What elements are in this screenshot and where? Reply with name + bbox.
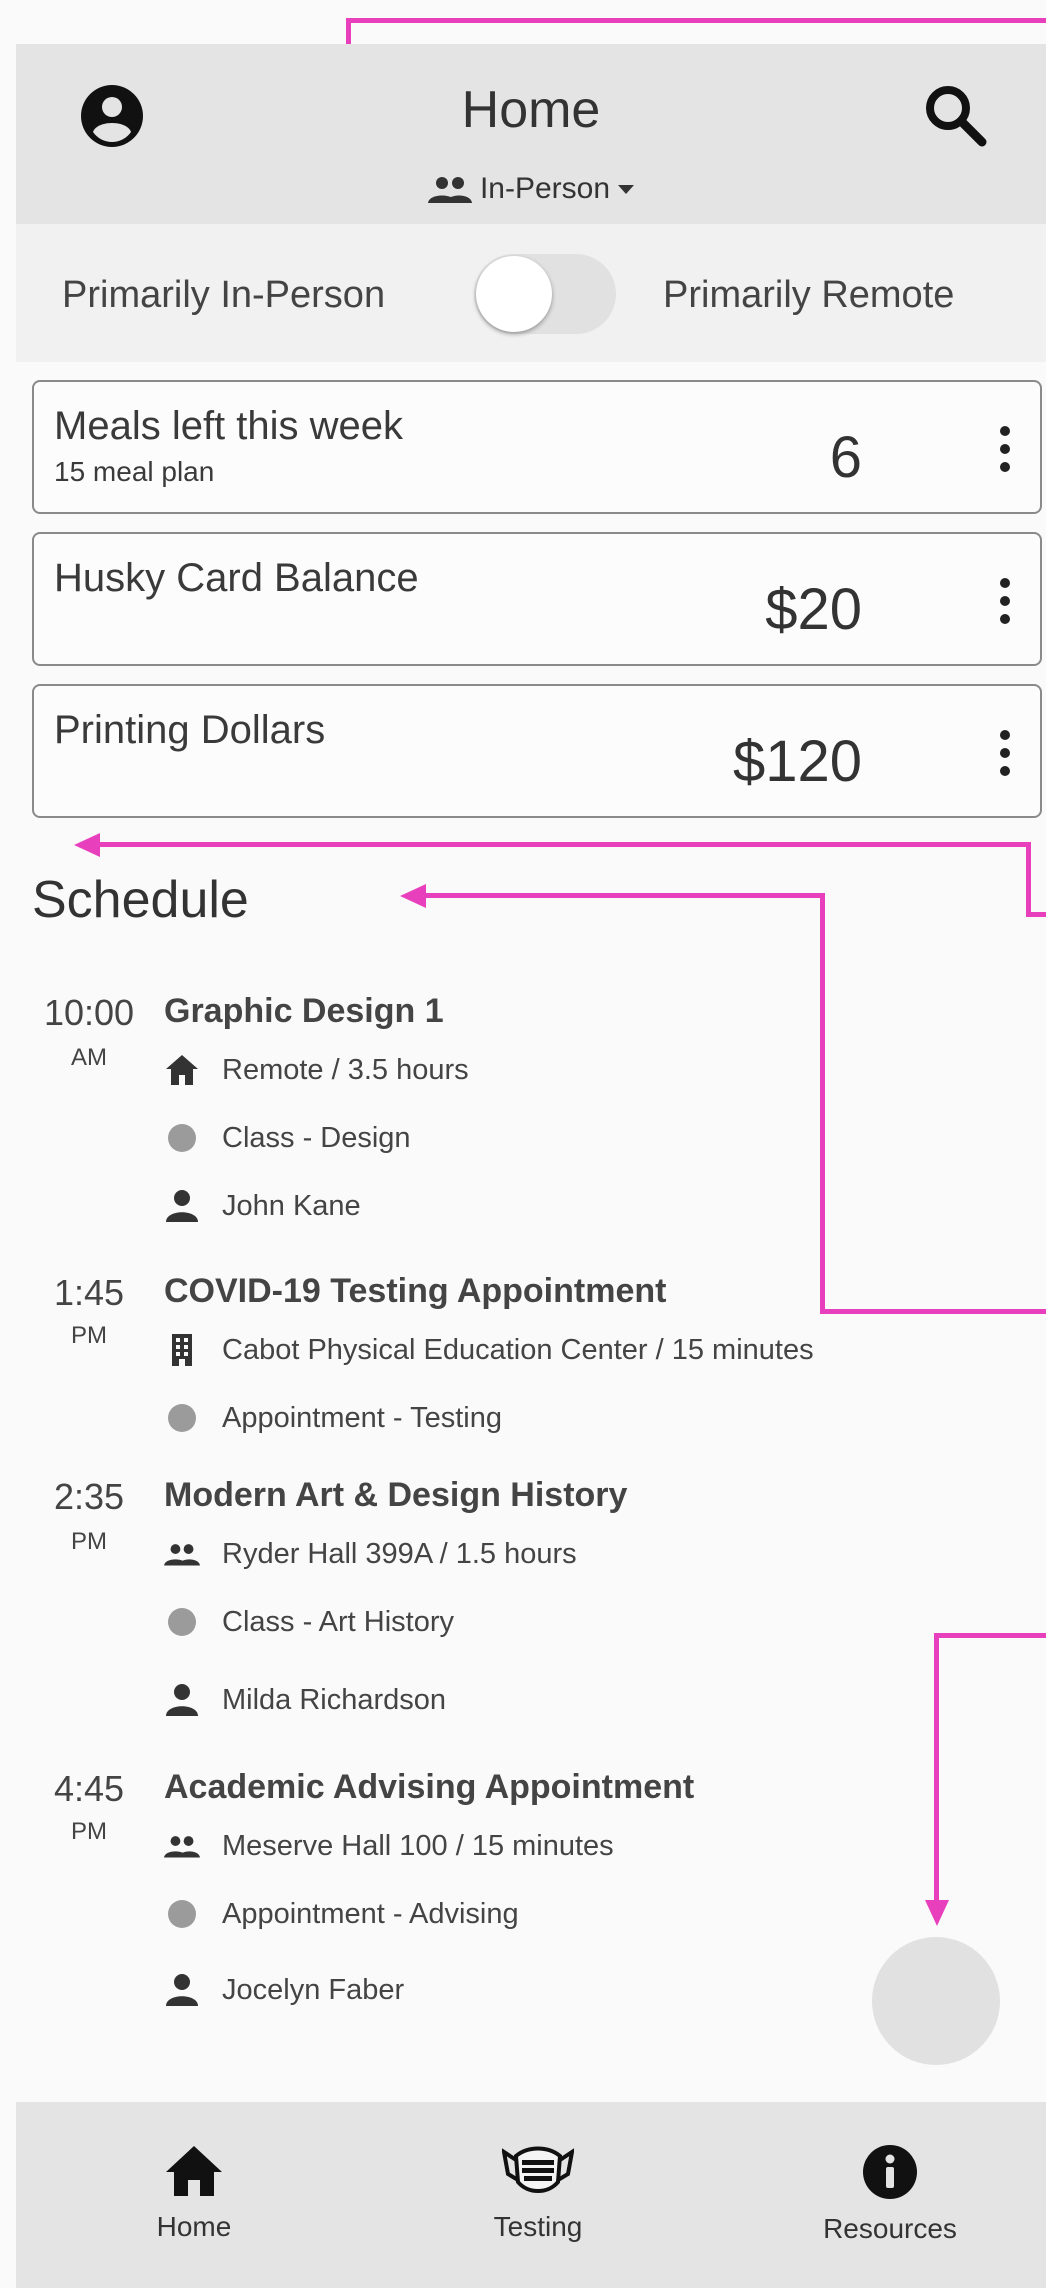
event-location: Remote / 3.5 hours <box>222 1054 469 1086</box>
page-title: Home <box>461 81 601 139</box>
schedule-heading: Schedule <box>32 871 249 929</box>
nav-item-home[interactable]: Home <box>104 2144 284 2243</box>
group-icon <box>164 1828 200 1864</box>
event-ampm: PM <box>71 1818 107 1845</box>
toggle-left-label: Primarily In-Person <box>62 274 386 316</box>
building-icon <box>164 1332 200 1368</box>
event-time: 2:35 <box>53 1476 125 1517</box>
card-label: Meals left this week <box>54 404 404 448</box>
category-dot-icon <box>164 1400 200 1436</box>
person-icon <box>164 1972 200 2008</box>
mode-dropdown[interactable]: In-Person <box>16 172 1046 206</box>
card-label: Husky Card Balance <box>54 556 419 600</box>
group-icon <box>164 1536 200 1572</box>
category-dot-icon <box>164 1896 200 1932</box>
mode-toggle-switch[interactable] <box>474 254 616 334</box>
category-dot-icon <box>164 1120 200 1156</box>
printing-dollars-card[interactable]: Printing Dollars $120 <box>32 684 1042 818</box>
card-value: $20 <box>765 577 862 642</box>
event-time: 10:00 <box>43 992 135 1033</box>
person-icon <box>164 1188 200 1224</box>
bottom-navigation: Home Testing Resources <box>16 2102 1046 2288</box>
toggle-right-label: Primarily Remote <box>663 274 955 316</box>
card-value: $120 <box>732 729 862 794</box>
house-icon <box>164 1052 200 1088</box>
nav-label: Testing <box>493 2211 583 2242</box>
event-location: Ryder Hall 399A / 1.5 hours <box>222 1538 577 1570</box>
nav-item-resources[interactable]: Resources <box>800 2144 980 2245</box>
event-time: 4:45 <box>53 1768 125 1809</box>
toggle-knob <box>476 256 552 332</box>
card-label: Printing Dollars <box>54 708 326 752</box>
mode-dropdown-label: In-Person <box>479 172 611 205</box>
nav-label: Home <box>156 2211 232 2242</box>
event-person: John Kane <box>222 1190 361 1222</box>
card-sublabel: 15 meal plan <box>54 456 215 487</box>
event-title: COVID-19 Testing Appointment <box>164 1272 667 1310</box>
person-icon <box>164 1682 200 1718</box>
event-person: Milda Richardson <box>222 1684 447 1716</box>
event-time: 1:45 <box>53 1272 125 1313</box>
event-person: Jocelyn Faber <box>222 1974 405 2006</box>
caret-down-icon <box>618 172 635 205</box>
event-ampm: PM <box>71 1322 107 1349</box>
more-options-icon[interactable] <box>1000 426 1010 480</box>
info-icon <box>862 2145 918 2204</box>
event-category: Class - Art History <box>222 1606 455 1638</box>
home-icon <box>164 2146 224 2202</box>
husky-card-balance-card[interactable]: Husky Card Balance $20 <box>32 532 1042 666</box>
event-ampm: PM <box>71 1528 107 1555</box>
group-icon <box>427 172 480 205</box>
event-title: Graphic Design 1 <box>164 992 444 1030</box>
event-location: Cabot Physical Education Center / 15 min… <box>222 1334 814 1366</box>
more-options-icon[interactable] <box>1000 730 1010 784</box>
event-category: Appointment - Advising <box>222 1898 519 1930</box>
event-title: Academic Advising Appointment <box>164 1768 695 1806</box>
card-value: 6 <box>829 425 862 490</box>
floating-action-button[interactable] <box>872 1937 1000 2065</box>
meals-card[interactable]: Meals left this week 15 meal plan 6 <box>32 380 1042 514</box>
top-app-bar: Home In-Person <box>16 44 1046 224</box>
event-category: Class - Design <box>222 1122 411 1154</box>
mask-icon <box>501 2146 575 2202</box>
event-location: Meserve Hall 100 / 15 minutes <box>222 1830 614 1862</box>
event-ampm: AM <box>71 1044 107 1071</box>
nav-label: Resources <box>823 2213 957 2244</box>
mode-toggle-bar: Primarily In-Person Primarily Remote <box>16 224 1046 362</box>
event-category: Appointment - Testing <box>222 1402 502 1434</box>
event-title: Modern Art & Design History <box>164 1476 628 1514</box>
search-icon[interactable] <box>920 80 992 157</box>
category-dot-icon <box>164 1604 200 1640</box>
nav-item-testing[interactable]: Testing <box>448 2144 628 2243</box>
more-options-icon[interactable] <box>1000 578 1010 632</box>
